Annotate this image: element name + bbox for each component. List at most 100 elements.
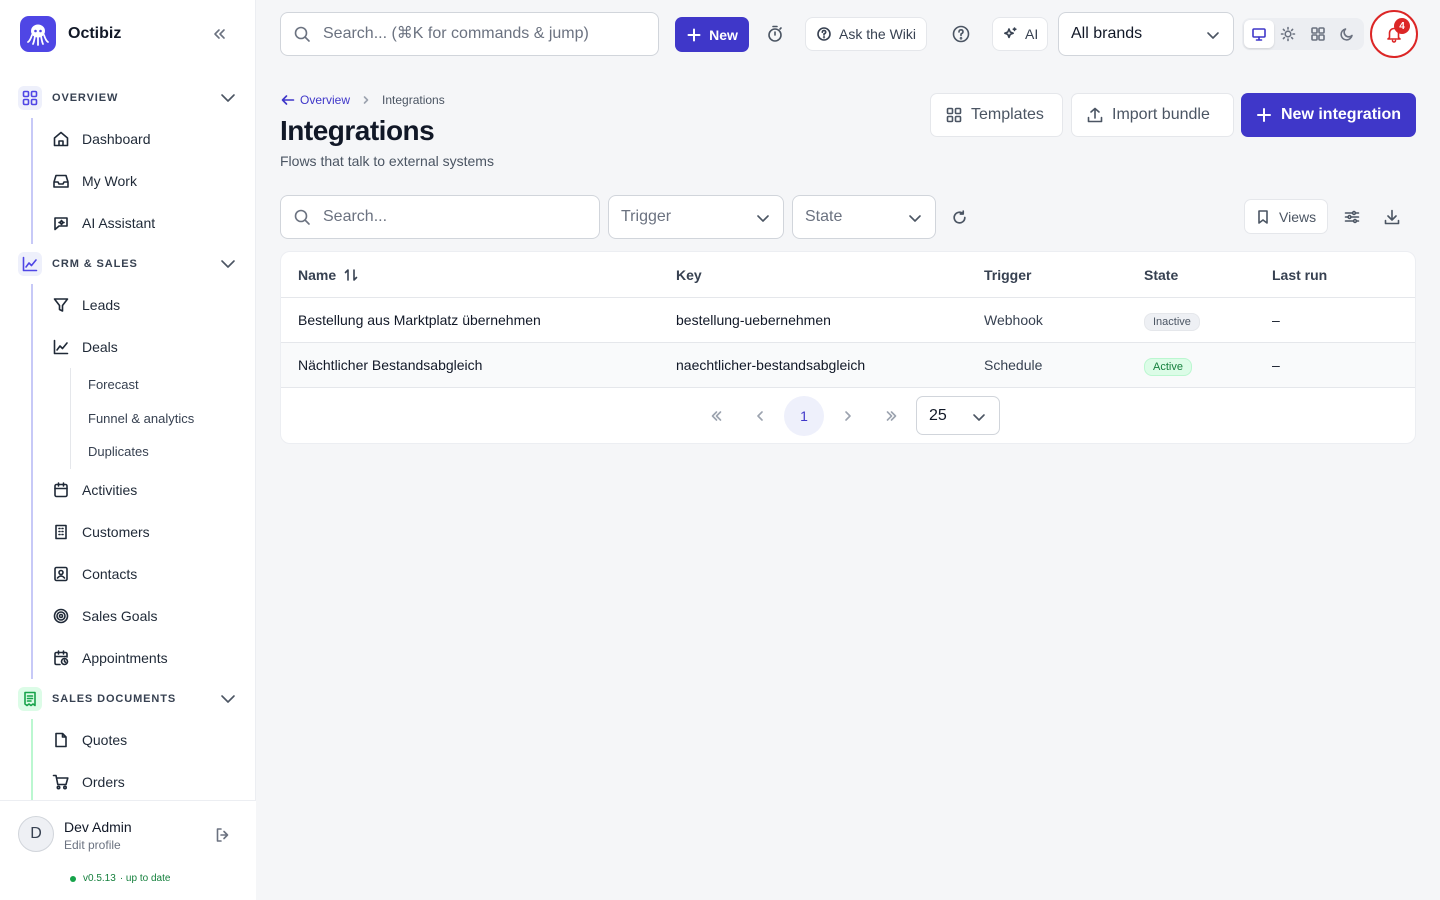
status-badge: Active: [1144, 358, 1192, 376]
monitor-icon[interactable]: [1244, 20, 1274, 48]
sidebar-item-label: Leads: [82, 297, 121, 313]
next-page-icon[interactable]: [828, 396, 868, 436]
app-name: Octibiz: [68, 25, 122, 42]
sidebar-item-orders[interactable]: Orders: [33, 761, 256, 801]
new-button[interactable]: New: [675, 17, 749, 52]
sidebar: Octibiz OVERVIEW Dashboard My Work AI As: [0, 0, 256, 900]
trigger-filter[interactable]: Trigger: [608, 195, 784, 239]
ai-button[interactable]: AI: [992, 17, 1049, 51]
chevron-down-icon[interactable]: [218, 254, 238, 274]
timer-icon[interactable]: [765, 24, 785, 44]
breadcrumb-back-label: Overview: [300, 93, 351, 107]
breadcrumb: Overview Integrations: [280, 92, 445, 108]
table-row[interactable]: Bestellung aus Marktplatz übernehmen bes…: [281, 298, 1415, 343]
collapse-sidebar-icon[interactable]: [208, 24, 228, 44]
sidebar-item-sales-goals[interactable]: Sales Goals: [33, 595, 256, 637]
prev-page-icon[interactable]: [740, 396, 780, 436]
global-search-input[interactable]: [323, 25, 623, 43]
table-row[interactable]: Nächtlicher Bestandsabgleich naechtliche…: [281, 343, 1415, 388]
sidebar-subitem-funnel-analytics[interactable]: Funnel & analytics: [71, 402, 256, 436]
notifications-button[interactable]: [1370, 10, 1418, 58]
section-label: OVERVIEW: [52, 92, 119, 104]
sun-icon[interactable]: [1274, 20, 1304, 48]
state-filter-placeholder: State: [805, 208, 843, 225]
file-icon: [55, 732, 67, 747]
first-page-icon[interactable]: [696, 396, 736, 436]
chevron-down-icon[interactable]: [218, 88, 238, 108]
funnel-icon: [53, 298, 69, 312]
status-badge: Inactive: [1144, 313, 1200, 331]
overview-items: Dashboard My Work AI Assistant: [31, 118, 256, 244]
table-search[interactable]: [280, 195, 600, 239]
templates-label: Templates: [971, 106, 1044, 123]
sidebar-item-customers[interactable]: Customers: [33, 511, 256, 553]
sidebar-item-activities[interactable]: Activities: [33, 469, 256, 511]
chevron-down-icon: [971, 409, 987, 425]
column-header-last-run[interactable]: Last run: [1272, 267, 1327, 283]
layout-grid-icon: [946, 107, 962, 123]
refresh-icon[interactable]: [951, 209, 968, 226]
state-filter[interactable]: State: [792, 195, 936, 239]
section-crm-sales[interactable]: CRM & SALES: [0, 244, 256, 284]
sliders-icon[interactable]: [1343, 208, 1361, 226]
sidebar-item-label: Orders: [82, 773, 125, 790]
layout-grid-icon[interactable]: [1303, 20, 1333, 48]
moon-icon[interactable]: [1333, 20, 1363, 48]
theme-switcher: [1242, 18, 1364, 50]
edit-profile-link[interactable]: Edit profile: [64, 838, 121, 852]
table-header: Name Key Trigger State Last run: [281, 252, 1415, 298]
notification-count-badge: 4: [1394, 18, 1410, 34]
sidebar-item-quotes[interactable]: Quotes: [33, 719, 256, 761]
brand[interactable]: Octibiz: [20, 16, 121, 52]
templates-button[interactable]: Templates: [930, 93, 1063, 137]
new-integration-button[interactable]: New integration: [1241, 93, 1416, 137]
views-button[interactable]: Views: [1244, 199, 1328, 234]
help-icon[interactable]: [951, 24, 971, 44]
sidebar-item-label: Dashboard: [82, 131, 151, 147]
crm-items: Leads Deals Forecast Funnel & analytics …: [31, 284, 256, 679]
trend-icon: [53, 339, 69, 355]
cell-trigger: Schedule: [984, 357, 1043, 373]
chevron-down-icon[interactable]: [218, 689, 238, 709]
page-size-select[interactable]: 25: [916, 396, 1000, 435]
column-header-trigger[interactable]: Trigger: [984, 267, 1031, 283]
table-search-input[interactable]: [323, 208, 583, 226]
chevron-down-icon: [1205, 27, 1221, 43]
section-label: SALES DOCUMENTS: [52, 692, 177, 705]
sidebar-item-dashboard[interactable]: Dashboard: [33, 118, 256, 160]
version-status-text: · up to date: [119, 873, 171, 884]
chevron-down-icon: [907, 210, 923, 226]
last-page-icon[interactable]: [872, 396, 912, 436]
page-number-current[interactable]: 1: [784, 396, 824, 436]
sidebar-item-leads[interactable]: Leads: [33, 284, 256, 326]
breadcrumb-current: Integrations: [382, 93, 445, 107]
logout-icon[interactable]: [214, 826, 232, 844]
section-overview[interactable]: OVERVIEW: [0, 78, 256, 118]
sidebar-subitem-forecast[interactable]: Forecast: [71, 368, 256, 402]
column-header-state[interactable]: State: [1144, 267, 1178, 283]
global-search[interactable]: [280, 12, 659, 56]
column-header-name[interactable]: Name: [298, 267, 359, 283]
pagination: 1 25: [281, 388, 1415, 443]
download-icon[interactable]: [1383, 208, 1401, 226]
sidebar-subitem-duplicates[interactable]: Duplicates: [71, 435, 256, 469]
sidebar-item-ai-assistant[interactable]: AI Assistant: [33, 202, 256, 244]
sidebar-item-label: Appointments: [82, 649, 168, 666]
avatar[interactable]: D: [18, 816, 54, 852]
sidebar-item-deals[interactable]: Deals: [33, 326, 256, 368]
user-name[interactable]: Dev Admin: [64, 819, 132, 835]
sales-documents-items: Quotes Orders: [31, 718, 256, 801]
octopus-logo-icon: [20, 16, 56, 52]
sidebar-item-contacts[interactable]: Contacts: [33, 553, 256, 595]
ask-wiki-button[interactable]: Ask the Wiki: [805, 17, 928, 51]
brand-select[interactable]: All brands: [1058, 12, 1234, 56]
cell-last-run: –: [1272, 312, 1280, 328]
sidebar-item-my-work[interactable]: My Work: [33, 160, 256, 202]
sidebar-item-appointments[interactable]: Appointments: [33, 637, 256, 679]
sidebar-item-label: Activities: [82, 481, 138, 498]
trigger-filter-placeholder: Trigger: [621, 208, 672, 225]
import-bundle-button[interactable]: Import bundle: [1071, 93, 1234, 137]
column-header-key[interactable]: Key: [676, 267, 702, 283]
breadcrumb-back-link[interactable]: Overview: [280, 92, 350, 108]
section-sales-documents[interactable]: SALES DOCUMENTS: [0, 679, 256, 719]
